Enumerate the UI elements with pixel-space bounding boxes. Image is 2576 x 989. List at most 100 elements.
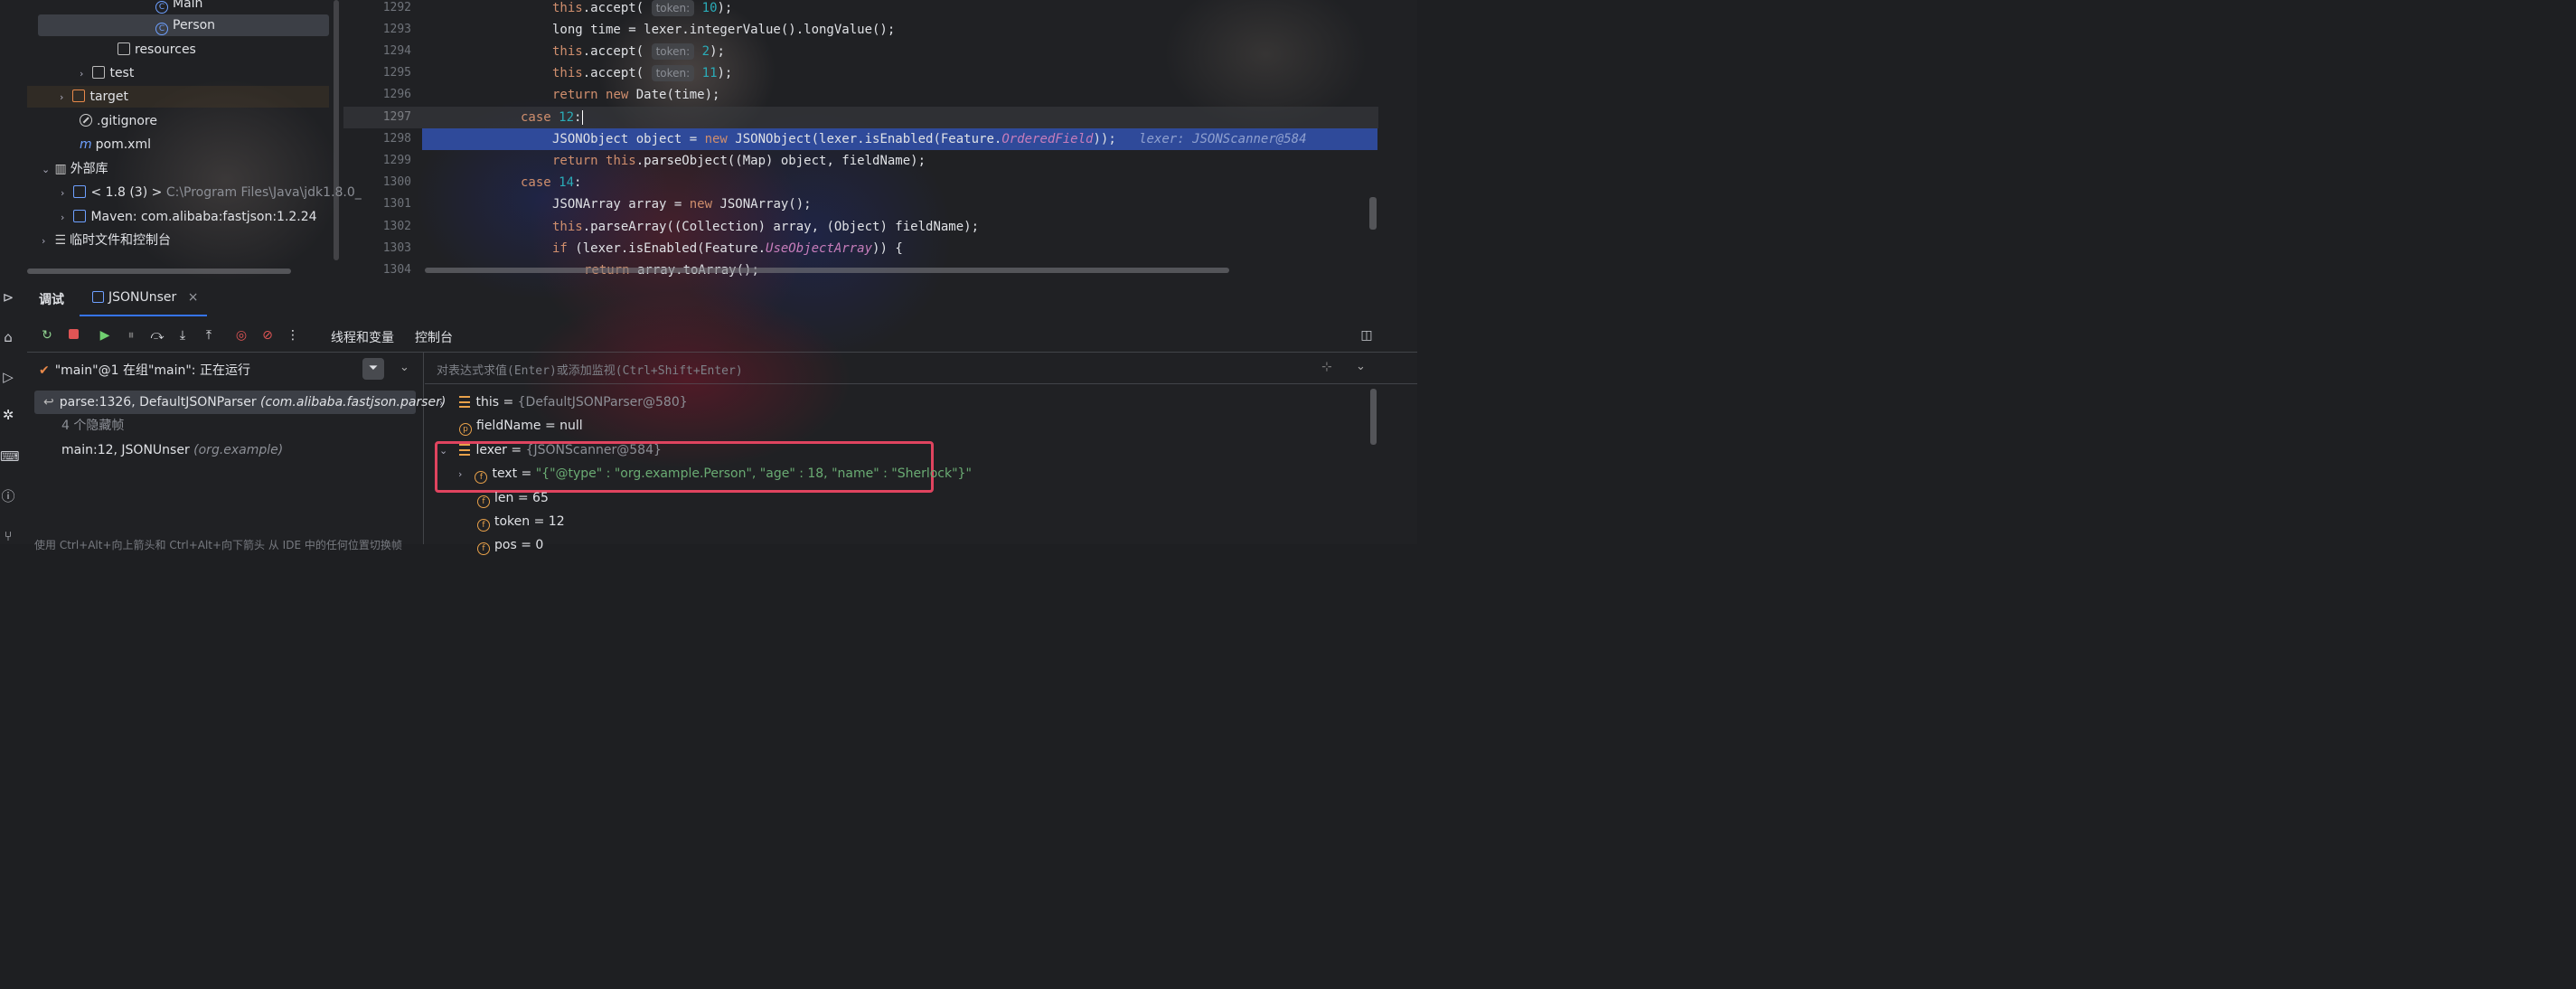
step-out-icon[interactable]: ⤒ xyxy=(201,327,217,344)
pause-icon[interactable]: ⏸ xyxy=(123,327,139,344)
chevron-right-icon[interactable]: › xyxy=(42,231,51,252)
tree-item-test[interactable]: › test xyxy=(80,62,134,84)
thread-label: "main"@1 在组"main": 正在运行 xyxy=(54,363,250,378)
add-watch-icon[interactable]: ⊹ xyxy=(1321,360,1332,374)
tree-item-target[interactable]: › target xyxy=(27,86,329,108)
code-line: case 14: xyxy=(521,175,582,190)
run-icon[interactable]: ▷ xyxy=(0,369,16,385)
tree-item-resources[interactable]: resources xyxy=(118,39,196,61)
variable-token[interactable]: f token = 12 xyxy=(477,510,565,533)
variable-name: len xyxy=(494,491,514,505)
tab-jsonunser[interactable]: JSONUnser × xyxy=(92,290,198,305)
step-over-icon[interactable]: ⤼ xyxy=(149,327,165,344)
code-line: this.accept( token: 10); xyxy=(552,0,733,16)
variable-lexer[interactable]: ⌄ lexer = {JSONScanner@584} xyxy=(439,438,662,462)
tree-item-gitignore[interactable]: .gitignore xyxy=(80,110,157,132)
check-icon: ✔ xyxy=(39,363,50,378)
tree-item-main[interactable]: C Main xyxy=(38,0,327,14)
variable-pos[interactable]: f pos = 0 xyxy=(477,533,543,557)
layout-settings-icon[interactable]: ◫ xyxy=(1359,327,1375,344)
build-icon[interactable]: ⌂ xyxy=(0,329,16,345)
tree-item-scratches[interactable]: › ☰ 临时文件和控制台 xyxy=(42,230,171,251)
return-arrow-icon: ↩ xyxy=(43,395,54,410)
frame-item[interactable]: main:12, JSONUnser (org.example) xyxy=(34,438,283,462)
variable-len[interactable]: f len = 65 xyxy=(477,486,549,510)
frame-item-selected[interactable]: ↩ parse:1326, DefaultJSONParser (com.alib… xyxy=(34,391,446,414)
step-into-icon[interactable]: ⤓ xyxy=(174,327,191,344)
view-breakpoints-icon[interactable]: ◎ xyxy=(233,327,249,344)
filter-icon[interactable]: ⏷ xyxy=(362,358,384,380)
code-line: return new Date(time); xyxy=(552,88,720,102)
chevron-right-icon[interactable]: › xyxy=(60,87,69,108)
stop-button[interactable] xyxy=(65,327,81,344)
field-icon: f xyxy=(477,495,490,508)
thread-selector[interactable]: ✔ "main"@1 在组"main": 正在运行 xyxy=(39,361,250,379)
chevron-down-icon[interactable]: ⌄ xyxy=(1356,360,1366,373)
variable-name: text xyxy=(492,466,518,481)
run-services-icon[interactable]: ⊳ xyxy=(0,289,16,306)
frame-method: parse:1326, DefaultJSONParser xyxy=(59,395,257,410)
variable-name: this xyxy=(475,395,499,410)
frames-hint-text: 使用 Ctrl+Alt+向上箭头和 Ctrl+Alt+向下箭头 从 IDE 中的… xyxy=(34,539,402,551)
chevron-right-icon[interactable]: › xyxy=(439,391,448,415)
tree-item-label: target xyxy=(89,89,129,104)
session-tab-label: JSONUnser xyxy=(108,290,177,305)
more-options-icon[interactable]: ⋮ xyxy=(285,327,301,344)
resume-icon[interactable]: ▶ xyxy=(97,327,113,344)
frame-method: 4 个隐藏帧 xyxy=(61,419,125,433)
tree-item-pom[interactable]: m pom.xml xyxy=(80,134,151,155)
editor-vertical-scrollbar[interactable] xyxy=(1369,197,1377,230)
tree-horizontal-scrollbar[interactable] xyxy=(27,268,291,274)
chevron-down-icon[interactable]: ⌄ xyxy=(42,159,51,181)
debug-icon[interactable]: ✲ xyxy=(0,407,16,423)
field-icon: f xyxy=(477,519,490,532)
variable-name: fieldName xyxy=(476,419,541,433)
class-icon: C xyxy=(155,1,168,14)
variables-scrollbar[interactable] xyxy=(1370,389,1377,445)
code-line: this.accept( token: 11); xyxy=(552,65,733,81)
active-tab-underline xyxy=(80,315,207,316)
problems-icon[interactable]: ⓘ xyxy=(0,488,16,504)
editor-horizontal-scrollbar[interactable] xyxy=(425,268,1229,273)
jdk-folder-icon xyxy=(73,185,87,198)
tab-console[interactable]: 控制台 xyxy=(415,328,453,346)
code-line: this.parseArray((Collection) array, (Obj… xyxy=(552,220,980,234)
parameter-hint: token: xyxy=(651,43,695,60)
chevron-down-icon[interactable]: ⌄ xyxy=(400,361,409,374)
tree-item-external-libraries[interactable]: ⌄ ▥ 外部库 xyxy=(42,158,108,180)
variable-value: 12 xyxy=(548,514,565,529)
chevron-right-icon[interactable]: › xyxy=(61,207,70,229)
line-number: 1296 xyxy=(382,88,411,101)
tree-item-person[interactable]: C Person xyxy=(38,14,329,36)
tree-vertical-scrollbar[interactable] xyxy=(334,0,339,260)
tree-item-label: pom.xml xyxy=(95,137,151,152)
code-line: return this.parseObject((Map) object, fi… xyxy=(552,154,926,168)
tree-item-fastjson[interactable]: › Maven: com.alibaba:fastjson:1.2.24 xyxy=(61,206,317,228)
rerun-icon[interactable]: ↻ xyxy=(39,327,55,344)
inline-debug-value: lexer: JSONScanner@584 xyxy=(1139,132,1307,146)
evaluate-expression-input[interactable]: 对表达式求值(Enter)或添加监视(Ctrl+Shift+Enter) xyxy=(437,361,743,378)
variable-value: {JSONScanner@584} xyxy=(525,443,662,457)
variable-fieldname[interactable]: p fieldName = null xyxy=(459,414,583,438)
tree-item-label: test xyxy=(109,66,135,80)
chevron-down-icon[interactable]: ⌄ xyxy=(439,439,448,463)
chevron-right-icon[interactable]: › xyxy=(458,463,467,486)
tree-item-label: Person xyxy=(173,18,216,33)
chevron-right-icon[interactable]: › xyxy=(80,63,89,85)
chevron-right-icon[interactable]: › xyxy=(61,183,70,204)
mute-breakpoints-icon[interactable]: ⊘ xyxy=(259,327,276,344)
close-icon[interactable]: × xyxy=(188,290,199,305)
git-icon[interactable]: ⑂ xyxy=(0,528,16,544)
variable-value: 0 xyxy=(535,538,544,552)
class-icon: C xyxy=(155,23,168,35)
variable-this[interactable]: › this = {DefaultJSONParser@580} xyxy=(439,391,688,414)
variable-value: "{"@type" : "org.example.Person", "age" … xyxy=(535,466,972,481)
tab-threads-variables[interactable]: 线程和变量 xyxy=(331,328,394,346)
tree-item-jdk[interactable]: › < 1.8 (3) > C:\Program Files\Java\jdk1… xyxy=(61,182,362,203)
tree-item-label: Main xyxy=(173,0,203,11)
terminal-icon[interactable]: ⌨ xyxy=(0,448,20,465)
variable-text[interactable]: › f text = "{"@type" : "org.example.Perso… xyxy=(458,462,972,485)
frame-item-hidden[interactable]: 4 个隐藏帧 xyxy=(34,414,124,438)
line-number: 1292 xyxy=(382,1,411,14)
tree-item-label: resources xyxy=(135,42,196,57)
